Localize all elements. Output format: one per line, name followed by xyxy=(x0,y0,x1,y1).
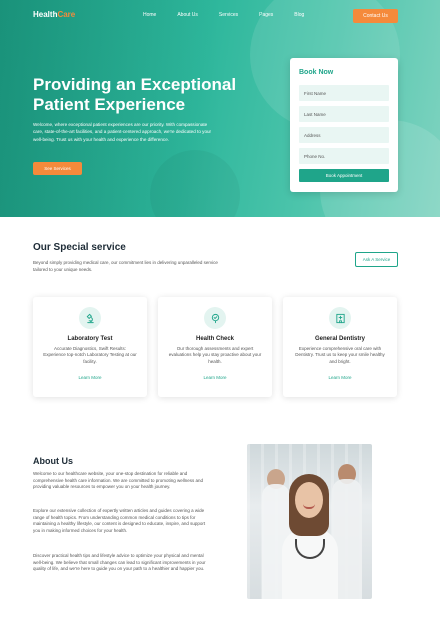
service-card-title: General Dentistry xyxy=(314,336,366,342)
service-card-description: Experience comprehensive oral care with … xyxy=(295,346,385,364)
service-card-title: Laboratory Test xyxy=(67,336,113,342)
phone-field[interactable]: Phone No. xyxy=(299,148,389,164)
top-navigation: HealthCare Home About Us Services Pages … xyxy=(0,0,440,32)
about-title: About Us xyxy=(33,456,73,466)
service-card-health-check[interactable]: Health Check Our thorough assessments an… xyxy=(158,297,272,397)
nav-item-blog[interactable]: Blog xyxy=(294,12,304,18)
book-appointment-button[interactable]: Book Appointment xyxy=(299,169,389,182)
photo-doctor-face xyxy=(295,482,323,518)
booking-form: Book Now First Name Last Name Address Ph… xyxy=(290,58,398,192)
hero-title: Providing an Exceptional Patient Experie… xyxy=(33,75,237,114)
learn-more-link[interactable]: Learn More xyxy=(33,375,147,380)
main-menu: Home About Us Services Pages Blog xyxy=(143,12,325,18)
last-name-field[interactable]: Last Name xyxy=(299,106,389,122)
dental-clinic-icon xyxy=(329,307,351,329)
learn-more-link[interactable]: Learn More xyxy=(283,375,397,380)
learn-more-link[interactable]: Learn More xyxy=(158,375,272,380)
booking-form-title: Book Now xyxy=(299,69,334,76)
see-services-button[interactable]: See Services xyxy=(33,162,82,175)
first-name-field[interactable]: First Name xyxy=(299,85,389,101)
nav-item-home[interactable]: Home xyxy=(143,12,156,18)
nav-item-services[interactable]: Services xyxy=(219,12,238,18)
hero-description: Welcome, where exceptional patient exper… xyxy=(33,122,212,142)
service-card-general-dentistry[interactable]: General Dentistry Experience comprehensi… xyxy=(283,297,397,397)
address-field[interactable]: Address xyxy=(299,127,389,143)
service-card-description: Accurate Diagnostics, Swift Results: Exp… xyxy=(43,346,137,364)
about-doctor-photo xyxy=(247,444,372,599)
about-paragraph: Discover practical health tips and lifes… xyxy=(33,553,206,571)
services-title: Our Special service xyxy=(33,242,126,253)
ask-a-service-button[interactable]: Ask A Service xyxy=(355,252,398,267)
nav-item-about-us[interactable]: About Us xyxy=(177,12,198,18)
logo-text-health: Health xyxy=(33,10,58,19)
about-paragraph: Explore our extensive collection of expe… xyxy=(33,508,206,533)
microscope-icon xyxy=(79,307,101,329)
hero-section: HealthCare Home About Us Services Pages … xyxy=(0,0,440,217)
about-paragraph: Welcome to our healthcare website, your … xyxy=(33,471,204,489)
heart-check-icon xyxy=(204,307,226,329)
service-card-description: Our thorough assessments and expert eval… xyxy=(168,346,262,364)
service-card-title: Health Check xyxy=(195,336,234,342)
nav-item-pages[interactable]: Pages xyxy=(259,12,273,18)
contact-us-button[interactable]: Contact Us xyxy=(353,9,398,23)
logo-text-care: Care xyxy=(57,10,76,19)
site-logo[interactable]: HealthCare xyxy=(33,10,75,19)
services-subtitle: Beyond simply providing medical care, ou… xyxy=(33,260,218,272)
service-card-laboratory-test[interactable]: Laboratory Test Accurate Diagnostics, Sw… xyxy=(33,297,147,397)
